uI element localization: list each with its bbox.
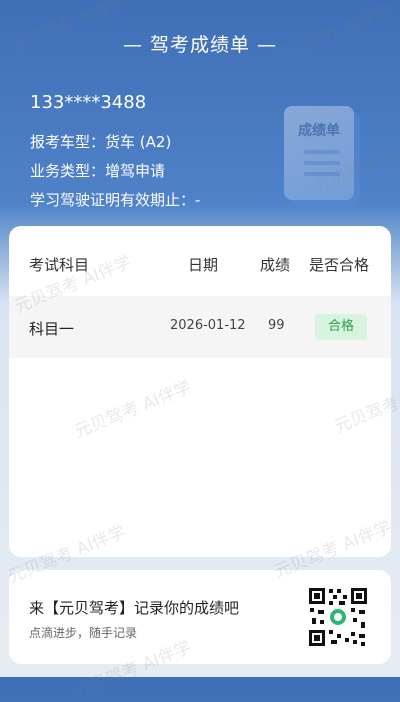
page-header-title: — 驾考成绩单 —: [122, 34, 278, 56]
header-score: 成绩: [260, 256, 291, 274]
vehicle-type-value: 货车 (A2): [105, 133, 172, 151]
report-card-icon: 成绩单: [284, 100, 364, 200]
business-type-label: 业务类型：: [30, 162, 106, 180]
validity-value: -: [195, 191, 201, 209]
qr-code-icon[interactable]: [307, 586, 369, 648]
row-score: 99: [268, 318, 285, 333]
business-type-row: 业务类型：增驾申请: [30, 160, 165, 181]
row-date: 2026-01-12: [170, 318, 246, 333]
table-row[interactable]: 科目一 2026-01-12 99 合格: [9, 296, 391, 358]
report-card-label: 成绩单: [298, 123, 340, 139]
table-header: 考试科目 日期 成绩 是否合格: [9, 226, 391, 296]
vehicle-type-label: 报考车型：: [30, 133, 106, 151]
header-subject: 考试科目: [29, 256, 90, 274]
score-table: 考试科目 日期 成绩 是否合格 科目一 2026-01-12 99 合格: [9, 226, 391, 557]
validity-row: 学习驾驶证明有效期止：-: [30, 189, 200, 210]
validity-label: 学习驾驶证明有效期止：: [30, 191, 196, 209]
promo-subtitle: 点滴进步，随手记录: [29, 626, 138, 640]
promo-card[interactable]: 来【元贝驾考】记录你的成绩吧 点滴进步，随手记录: [9, 570, 391, 664]
phone-number: 133****3488: [30, 92, 147, 113]
promo-title: 来【元贝驾考】记录你的成绩吧: [29, 599, 240, 617]
vehicle-type-row: 报考车型：货车 (A2): [30, 131, 171, 152]
header-pass: 是否合格: [309, 256, 370, 274]
header-date: 日期: [188, 256, 219, 274]
pass-badge: 合格: [315, 314, 367, 340]
row-subject: 科目一: [29, 320, 75, 338]
business-type-value: 增驾申请: [105, 162, 166, 180]
